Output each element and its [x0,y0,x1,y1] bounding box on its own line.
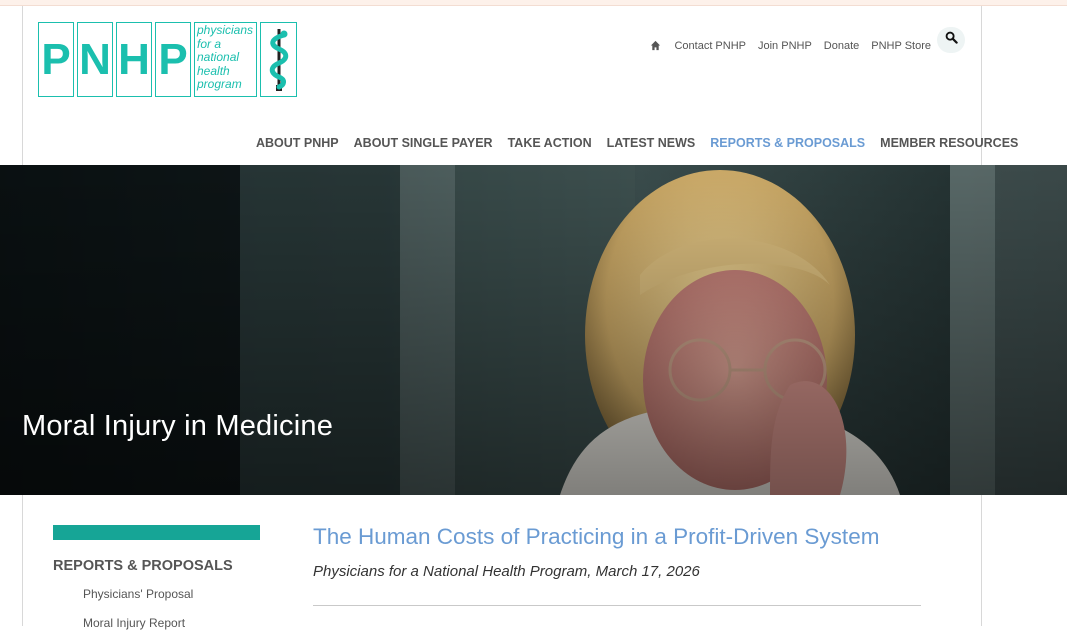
caduceus-icon [260,22,297,97]
sidebar-link-physicians-proposal[interactable]: Physicians' Proposal [83,587,193,601]
utility-link-donate[interactable]: Donate [824,40,859,52]
utility-link-contact[interactable]: Contact PNHP [674,40,746,52]
hero-banner: Moral Injury in Medicine [0,165,1067,495]
search-icon [945,31,958,49]
logo-tagline-line: national [197,50,240,64]
nav-about-pnhp[interactable]: ABOUT PNHP [256,136,339,150]
search-button[interactable] [937,27,965,53]
nav-latest-news[interactable]: LATEST NEWS [607,136,696,150]
logo-tagline-line: physicians [197,23,254,37]
sidebar-link-moral-injury-report[interactable]: Moral Injury Report [83,616,185,630]
utility-link-join[interactable]: Join PNHP [758,40,812,52]
logo-tagline-line: health [197,63,230,78]
logo-tagline-line: program [197,77,242,91]
hero-title: Moral Injury in Medicine [22,410,334,442]
utility-link-store[interactable]: PNHP Store [871,40,931,52]
nav-about-single-payer[interactable]: ABOUT SINGLE PAYER [354,136,493,150]
home-icon[interactable] [650,40,662,52]
hero-photo [0,165,1067,495]
nav-reports-proposals[interactable]: REPORTS & PROPOSALS [710,136,865,150]
logo-letter-h: H [116,22,152,97]
logo-letter-n: N [77,22,113,97]
nav-take-action[interactable]: TAKE ACTION [508,136,592,150]
utility-nav: Contact PNHP Join PNHP Donate PNHP Store [650,40,931,52]
logo-letter-p2: P [155,22,191,97]
article-title: The Human Costs of Practicing in a Profi… [313,524,880,549]
logo-tagline: physicians for a national health program [194,22,257,97]
article-divider [313,605,921,606]
logo-letter-p: P [38,22,74,97]
logo-tagline-line: for a [197,36,222,51]
article-byline: Physicians for a National Health Program… [313,563,700,580]
nav-member-resources[interactable]: MEMBER RESOURCES [880,136,1018,150]
sidebar-accent-bar [53,525,260,540]
main-nav: ABOUT PNHP ABOUT SINGLE PAYER TAKE ACTIO… [256,136,1018,150]
pnhp-logo[interactable]: P N H P physicians for a national health… [38,22,297,97]
sidebar-heading[interactable]: REPORTS & PROPOSALS [53,558,233,574]
